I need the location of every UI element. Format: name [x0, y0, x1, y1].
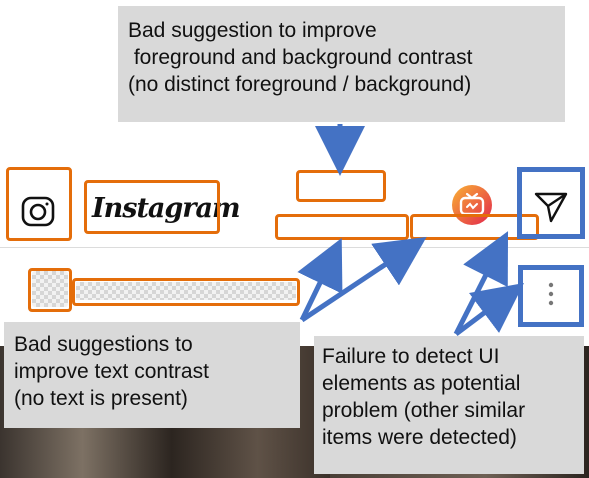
callout-left-line-2: improve text contrast: [14, 360, 209, 383]
callout-right-line-2: elements as potential: [322, 372, 521, 395]
callout-top-line-2: foreground and background contrast: [128, 46, 473, 69]
callout-left-line-3: (no text is present): [14, 387, 188, 410]
callout-top: Bad suggestion to improve foreground and…: [118, 6, 565, 122]
callout-right: Failure to detect UI elements as potenti…: [314, 336, 584, 474]
callout-right-line-4: items were detected): [322, 426, 517, 449]
callout-right-line-1: Failure to detect UI: [322, 345, 500, 368]
callout-top-line-3: (no distinct foreground / background): [128, 73, 472, 96]
callout-top-line-1: Bad suggestion to improve: [128, 19, 377, 42]
callout-left-line-1: Bad suggestions to: [14, 333, 193, 356]
callout-right-line-3: problem (other similar: [322, 399, 526, 422]
arrow-right-1: [453, 231, 509, 336]
callout-left: Bad suggestions to improve text contrast…: [4, 322, 300, 428]
